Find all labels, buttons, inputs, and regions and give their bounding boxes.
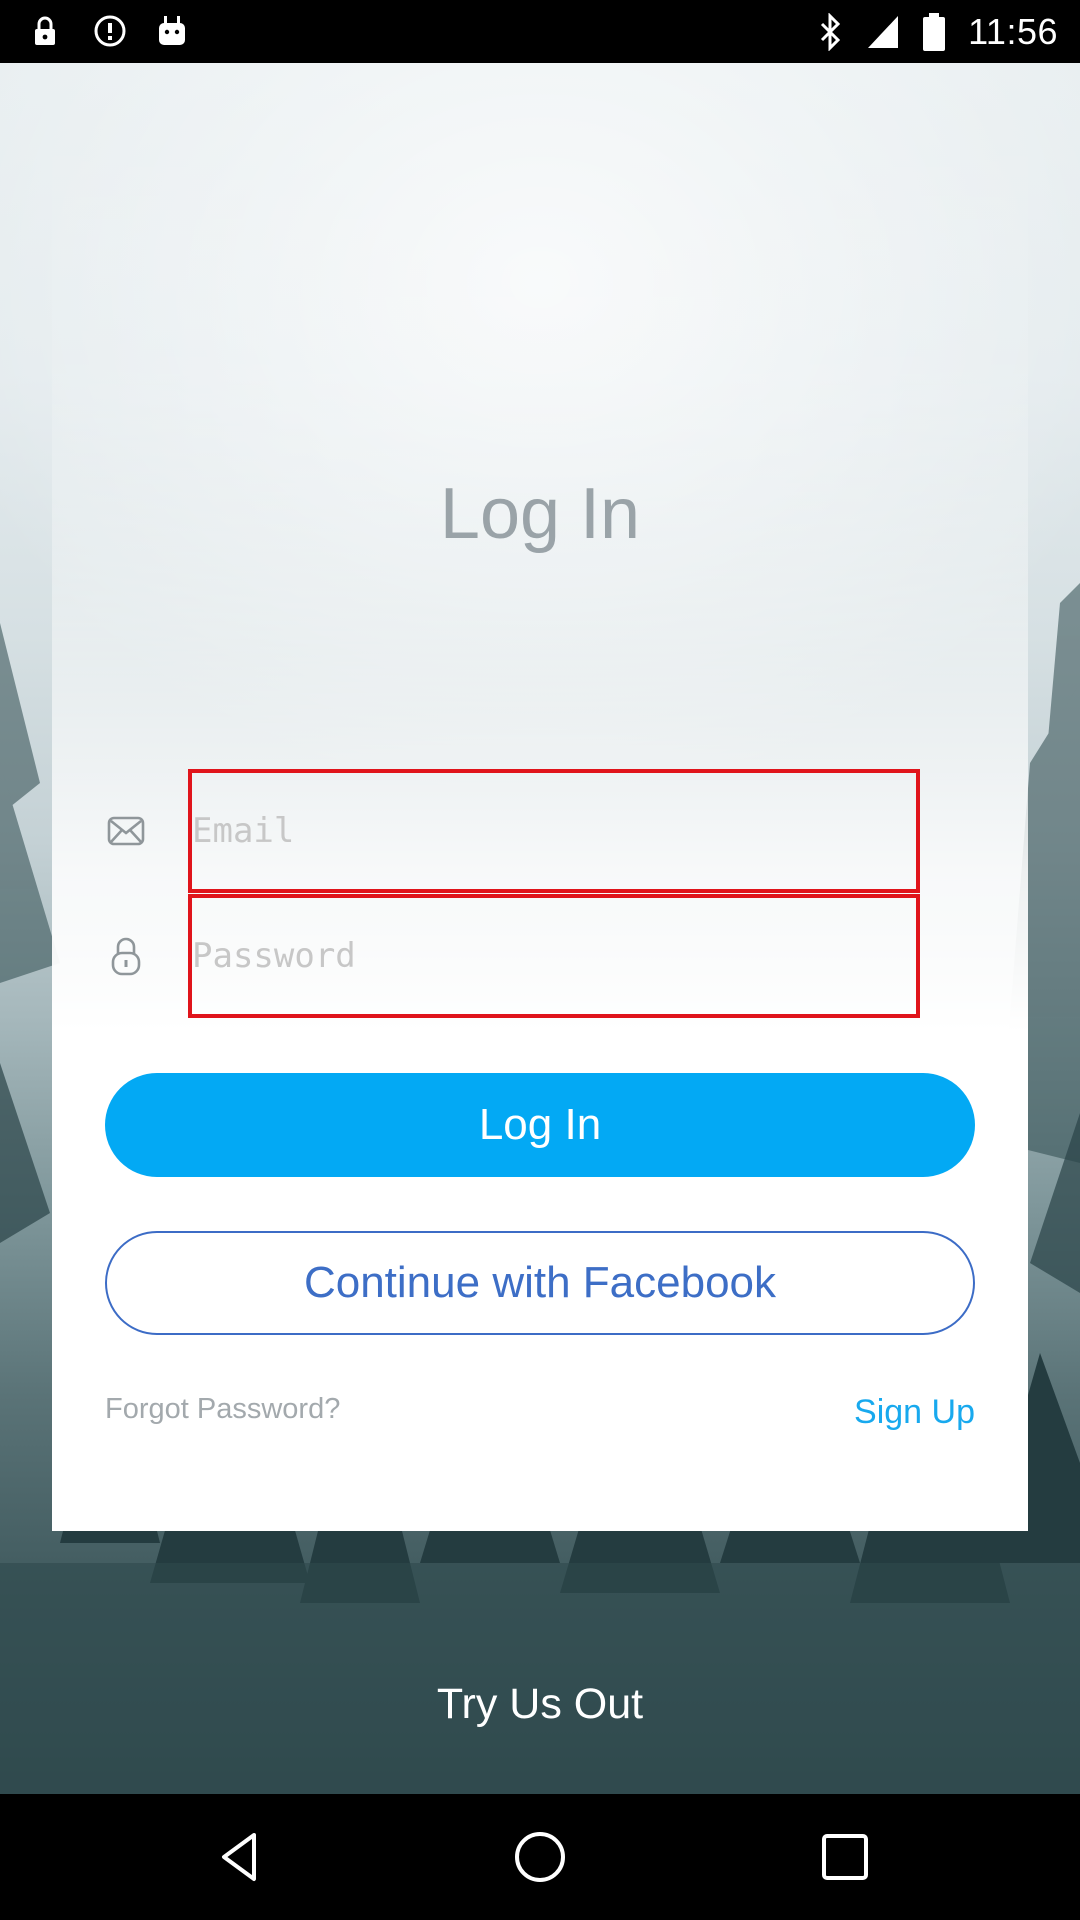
password-field[interactable] [188, 894, 920, 1018]
alert-circle-icon [94, 15, 126, 47]
status-bar: 11:56 [0, 0, 1080, 63]
back-icon[interactable] [210, 1827, 270, 1887]
home-icon[interactable] [510, 1827, 570, 1887]
password-input[interactable] [192, 898, 916, 1014]
envelope-icon [107, 816, 145, 846]
android-icon [159, 16, 185, 45]
facebook-login-button[interactable]: Continue with Facebook [105, 1231, 975, 1335]
sign-up-link[interactable]: Sign Up [854, 1393, 975, 1432]
lock-icon [35, 16, 55, 45]
recents-icon[interactable] [815, 1827, 875, 1887]
bluetooth-icon [821, 12, 841, 51]
status-right-group: 11:56 [818, 0, 1080, 63]
padlock-icon [111, 937, 141, 976]
login-screen: 11:56 Log In Email Log In Continue with … [0, 0, 1080, 1920]
forgot-password-link[interactable]: Forgot Password? [105, 1393, 340, 1426]
battery-icon [923, 12, 946, 51]
page-title: Log In [439, 474, 641, 554]
signal-icon [868, 15, 899, 48]
status-time: 11:56 [968, 10, 1058, 52]
email-field[interactable] [188, 769, 920, 893]
navigation-bar [0, 1794, 1080, 1920]
email-input[interactable] [192, 773, 916, 889]
try-us-out-link[interactable]: Try Us Out [0, 1680, 1080, 1729]
login-button[interactable]: Log In [105, 1073, 975, 1177]
